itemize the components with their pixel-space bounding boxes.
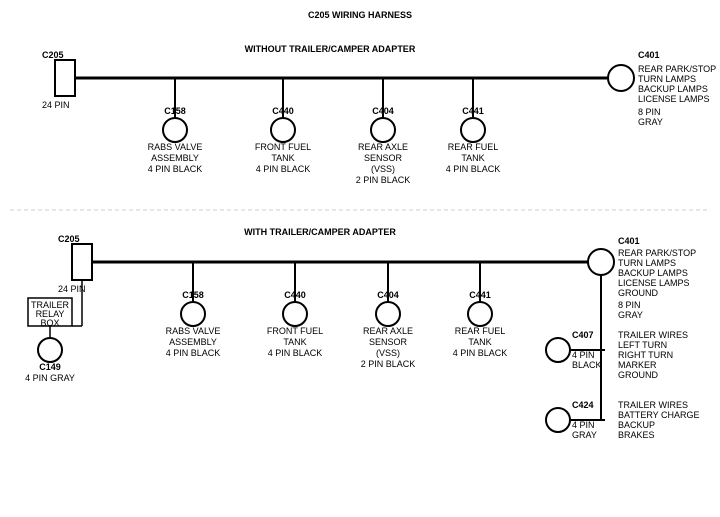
c401-desc-1b: TURN LAMPS [638,74,696,84]
c404-desc-1b: SENSOR [364,153,403,163]
c424-desc-c: BACKUP [618,420,655,430]
c401-pin-1: 8 PIN [638,107,661,117]
c404-desc-2b: SENSOR [369,337,408,347]
c441-desc-2b: TANK [468,337,491,347]
c404-label-2: C404 [377,290,399,300]
c407-desc-b: LEFT TURN [618,340,667,350]
c441-desc-2c: 4 PIN BLACK [453,348,508,358]
diagram-area: C205 WIRING HARNESS WITHOUT TRAILER/CAMP… [0,0,720,517]
c440-connector-2 [283,302,307,326]
c149-connector [38,338,62,362]
c401-connector-2 [588,249,614,275]
c158-desc-2c: 4 PIN BLACK [166,348,221,358]
c158-desc-1a: RABS VALVE [148,142,203,152]
c205-connector-1 [55,60,75,96]
c440-desc-1a: FRONT FUEL [255,142,311,152]
c205-connector-2 [72,244,92,280]
c401-gray-2: GRAY [618,310,643,320]
c401-connector-1 [608,65,634,91]
c158-connector-1 [163,118,187,142]
c149-pin: 4 PIN GRAY [25,373,75,383]
c407-label: C407 [572,330,594,340]
c424-label: C424 [572,400,594,410]
c407-pin: 4 PIN [572,350,595,360]
c401-desc-2e: GROUND [618,288,658,298]
c441-desc-1b: TANK [461,153,484,163]
c440-desc-2c: 4 PIN BLACK [268,348,323,358]
c158-connector-2 [181,302,205,326]
section2-label: WITH TRAILER/CAMPER ADAPTER [244,227,396,237]
page-title: C205 WIRING HARNESS [308,10,412,20]
c149-label: C149 [39,362,61,372]
c441-desc-2a: REAR FUEL [455,326,506,336]
c407-desc-d: MARKER [618,360,657,370]
c440-connector-1 [271,118,295,142]
c158-label-1: C158 [164,106,186,116]
c401-label-2: C401 [618,236,640,246]
c441-connector-2 [468,302,492,326]
c404-label-1: C404 [372,106,394,116]
c440-label-2: C440 [284,290,306,300]
c440-desc-1c: 4 PIN BLACK [256,164,311,174]
c205-label-2: C205 [58,234,80,244]
c401-pin-2: 8 PIN [618,300,641,310]
c441-connector-1 [461,118,485,142]
c205-label-1: C205 [42,50,64,60]
c440-desc-2b: TANK [283,337,306,347]
c440-label-1: C440 [272,106,294,116]
c407-desc-e: GROUND [618,370,658,380]
c404-desc-2a: REAR AXLE [363,326,413,336]
c401-desc-1c: BACKUP LAMPS [638,84,708,94]
c441-label-1: C441 [462,106,484,116]
c404-connector-2 [376,302,400,326]
c158-desc-2a: RABS VALVE [166,326,221,336]
c404-desc-1a: REAR AXLE [358,142,408,152]
c205-pin-1: 24 PIN [42,100,70,110]
c407-black: BLACK [572,360,602,370]
c404-desc-2c: (VSS) [376,348,400,358]
c401-gray-1: GRAY [638,117,663,127]
c424-desc-b: BATTERY CHARGE [618,410,700,420]
c404-desc-2d: 2 PIN BLACK [361,359,416,369]
c401-desc-2d: LICENSE LAMPS [618,278,690,288]
c401-desc-1d: LICENSE LAMPS [638,94,710,104]
c424-pin: 4 PIN [572,420,595,430]
c404-desc-1d: 2 PIN BLACK [356,175,411,185]
c401-desc-2c: BACKUP LAMPS [618,268,688,278]
c424-desc-a: TRAILER WIRES [618,400,688,410]
c440-desc-1b: TANK [271,153,294,163]
section1-label: WITHOUT TRAILER/CAMPER ADAPTER [245,44,416,54]
c407-connector [546,338,570,362]
c441-desc-1a: REAR FUEL [448,142,499,152]
c401-desc-2a: REAR PARK/STOP [618,248,696,258]
c440-desc-2a: FRONT FUEL [267,326,323,336]
c401-desc-2b: TURN LAMPS [618,258,676,268]
c441-desc-1c: 4 PIN BLACK [446,164,501,174]
c441-label-2: C441 [469,290,491,300]
c401-desc-1a: REAR PARK/STOP [638,64,716,74]
c158-desc-2b: ASSEMBLY [169,337,217,347]
c407-desc-a: TRAILER WIRES [618,330,688,340]
c424-desc-d: BRAKES [618,430,655,440]
c424-gray: GRAY [572,430,597,440]
c404-connector-1 [371,118,395,142]
c158-desc-1b: ASSEMBLY [151,153,199,163]
c407-desc-c: RIGHT TURN [618,350,673,360]
c401-label-1: C401 [638,50,660,60]
c424-connector [546,408,570,432]
c158-label-2: C158 [182,290,204,300]
c158-desc-1c: 4 PIN BLACK [148,164,203,174]
c404-desc-1c: (VSS) [371,164,395,174]
